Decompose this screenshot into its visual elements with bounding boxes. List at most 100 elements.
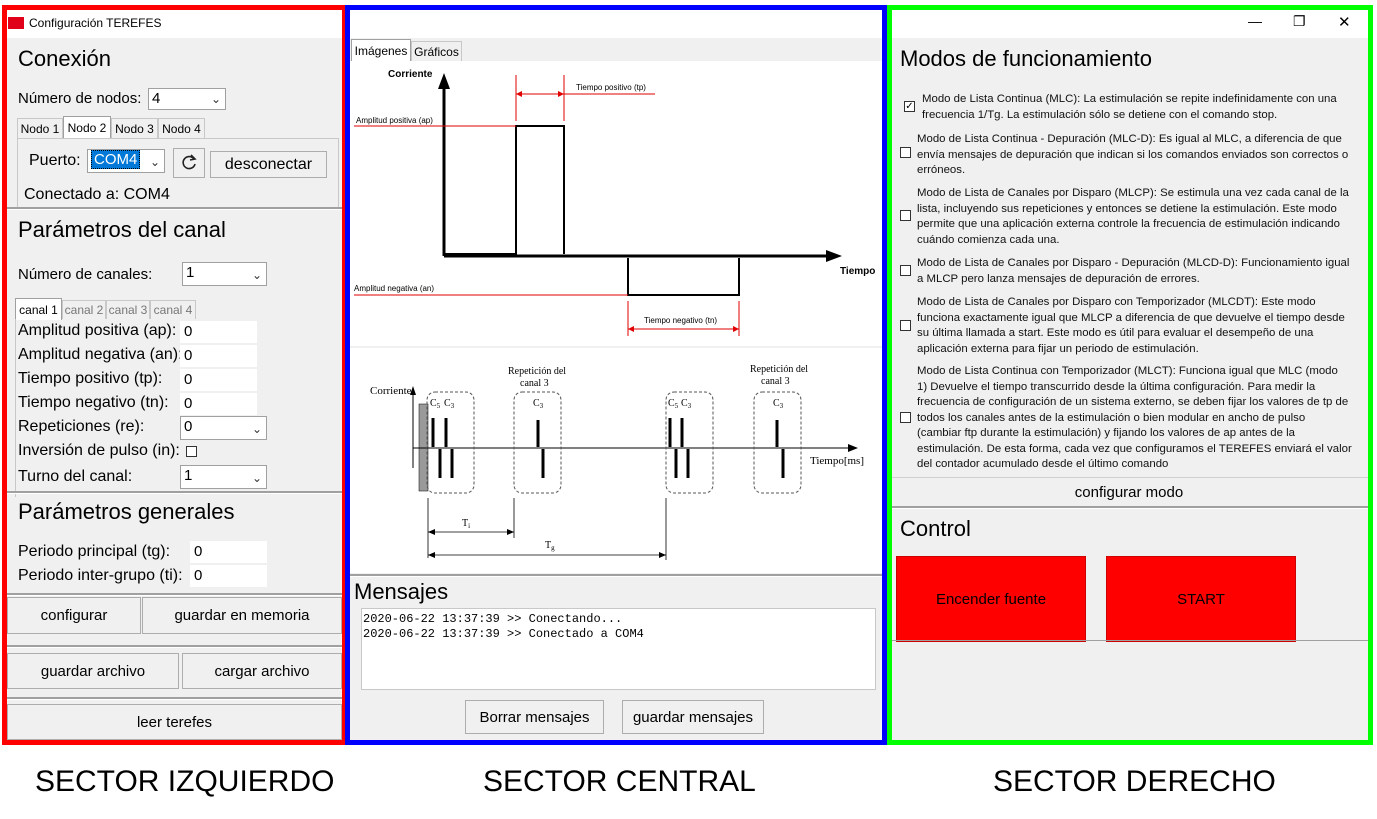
- reps-select[interactable]: 0 ⌄: [180, 416, 267, 440]
- mode-checkbox-mlct[interactable]: [900, 412, 911, 423]
- tab-label: Gráficos: [414, 44, 459, 59]
- turn-value: 1: [184, 467, 193, 484]
- sequence-diagram: Corriente Tiempo[ms] C5 C3 C3 C5 C3 C3 R…: [350, 348, 882, 573]
- ti-label: Periodo inter-grupo (ti):: [18, 567, 183, 584]
- disconnect-button[interactable]: desconectar: [210, 151, 327, 178]
- mode-checkbox-mlc[interactable]: ✓: [904, 101, 915, 112]
- title-bar: Configuración TEREFES: [5, 8, 344, 38]
- mode-line: su última llamada a start. Este modo es …: [917, 327, 1314, 339]
- mode-line: estimulación. De esta forma, cada vez qu…: [917, 442, 1352, 455]
- tab-graphs[interactable]: Gráficos: [411, 41, 462, 61]
- mode-line: Modo de Lista de Canales por Disparo - D…: [917, 257, 1350, 269]
- divider: [5, 491, 344, 494]
- mode-line: Modo de Lista de Canales por Disparo con…: [917, 296, 1316, 308]
- tab-channel-1[interactable]: canal 1: [15, 298, 62, 320]
- reps-label: Repeticiones (re):: [18, 418, 145, 435]
- mode-text-mlcdt: Modo de Lista de Canales por Disparo con…: [917, 295, 1345, 357]
- start-button[interactable]: START: [1106, 556, 1296, 642]
- tab-node-3[interactable]: Nodo 3: [111, 118, 158, 138]
- tab-channel-3[interactable]: canal 3: [106, 300, 150, 319]
- x-axis-label: Tiempo[ms]: [810, 455, 864, 467]
- channels-value: 1: [186, 264, 195, 281]
- inversion-label: Inversión de pulso (in):: [18, 442, 180, 459]
- tg-input[interactable]: 0: [190, 541, 267, 563]
- tab-node-4[interactable]: Nodo 4: [158, 118, 205, 138]
- save-messages-button[interactable]: guardar mensajes: [622, 700, 764, 734]
- restore-icon[interactable]: ❐: [1293, 13, 1306, 30]
- divider: [5, 207, 344, 210]
- tp-label: Tiempo positivo (tp): [576, 83, 646, 92]
- pos-time-input[interactable]: 0: [180, 369, 257, 391]
- chevron-down-icon: ⌄: [251, 422, 262, 436]
- tab-node-1[interactable]: Nodo 1: [17, 118, 63, 138]
- channels-label: Número de canales:: [18, 266, 153, 283]
- pos-amp-label: Amplitud positiva (ap):: [18, 322, 177, 339]
- tab-label: Nodo 4: [162, 121, 201, 136]
- clear-messages-button[interactable]: Borrar mensajes: [465, 700, 604, 734]
- tab-label: Imágenes: [354, 44, 408, 58]
- window-controls: — ❐ ✕: [890, 8, 1368, 38]
- divider: [5, 645, 344, 648]
- tab-label: Nodo 1: [20, 121, 60, 136]
- left-sector-caption: SECTOR IZQUIERDO: [35, 765, 335, 798]
- chevron-down-icon: ⌄: [149, 155, 160, 169]
- rep-label: canal 3: [520, 378, 549, 389]
- close-icon[interactable]: ✕: [1338, 13, 1351, 31]
- refresh-icon: [182, 154, 197, 170]
- connection-heading: Conexión: [18, 46, 111, 71]
- chevron-down-icon: ⌄: [251, 471, 262, 485]
- modes-heading: Modos de funcionamiento: [900, 46, 1152, 71]
- save-memory-button[interactable]: guardar en memoria: [142, 597, 342, 634]
- tab-node-2[interactable]: Nodo 2: [63, 116, 111, 139]
- an-label: Amplitud negativa (an): [354, 284, 434, 293]
- load-file-button[interactable]: cargar archivo: [182, 653, 342, 689]
- chevron-down-icon: ⌄: [210, 92, 221, 106]
- inversion-checkbox[interactable]: [186, 446, 197, 457]
- mode-checkbox-mlcdt[interactable]: [900, 320, 911, 331]
- chevron-down-icon: ⌄: [251, 268, 262, 282]
- read-button[interactable]: leer terefes: [7, 704, 342, 740]
- refresh-button[interactable]: [173, 148, 205, 178]
- mode-line: permite que una aplicación externa contr…: [917, 218, 1340, 230]
- log-line: 2020-06-22 13:37:39 >> Conectado a COM4: [363, 627, 644, 641]
- mode-line: frecuencia de configuración de un sistem…: [917, 396, 1349, 408]
- nodes-value: 4: [152, 90, 161, 107]
- tab-images[interactable]: Imágenes: [351, 39, 411, 62]
- general-heading: Parámetros generales: [18, 499, 235, 524]
- neg-amp-label: Amplitud negativa (an):: [18, 346, 183, 363]
- port-select[interactable]: COM4 ⌄: [87, 149, 165, 173]
- turn-select[interactable]: 1 ⌄: [180, 465, 267, 489]
- mode-checkbox-mlc-d[interactable]: [900, 147, 911, 158]
- neg-time-input[interactable]: 0: [180, 393, 257, 415]
- pos-amp-input[interactable]: 0: [180, 321, 257, 343]
- tab-label: canal 2: [64, 303, 104, 317]
- app-icon: [8, 17, 24, 29]
- mode-line: lista, incluyendo sus repeticiones y ent…: [917, 202, 1337, 215]
- nodes-label: Número de nodos:: [18, 90, 142, 107]
- center-top-strip: [348, 8, 884, 38]
- configure-mode-button[interactable]: configurar modo: [890, 477, 1368, 507]
- tab-label: canal 1: [19, 302, 58, 317]
- mode-line: Modo de Lista de Canales por Disparo (ML…: [917, 187, 1349, 199]
- neg-amp-input[interactable]: 0: [180, 345, 257, 367]
- nodes-select[interactable]: 4 ⌄: [148, 88, 226, 110]
- save-file-button[interactable]: guardar archivo: [7, 653, 179, 689]
- messages-log[interactable]: 2020-06-22 13:37:39 >> Conectando... 202…: [361, 608, 876, 690]
- ap-label: Amplitud positiva (ap): [356, 116, 433, 125]
- divider: [5, 593, 344, 596]
- mode-line: envía mensajes de depuración que indican…: [917, 148, 1349, 161]
- divider: [890, 506, 1368, 509]
- ti-input[interactable]: 0: [190, 565, 267, 587]
- tab-channel-2[interactable]: canal 2: [62, 300, 106, 319]
- mode-line: Modo de Lista Continua - Depuración (MLC…: [917, 133, 1342, 145]
- tab-channel-4[interactable]: canal 4: [150, 300, 196, 319]
- mode-checkbox-mlcp[interactable]: [900, 210, 911, 221]
- minimize-icon[interactable]: —: [1248, 13, 1262, 29]
- log-line: 2020-06-22 13:37:39 >> Conectando...: [363, 612, 623, 626]
- configure-button[interactable]: configurar: [7, 597, 141, 634]
- mode-checkbox-mlcd-d[interactable]: [900, 265, 911, 276]
- mode-line: a MLCP pero lanza mensajes de depuración…: [917, 272, 1200, 285]
- x-axis-label: Tiempo: [840, 266, 875, 277]
- power-button[interactable]: Encender fuente: [896, 556, 1086, 642]
- channels-select[interactable]: 1 ⌄: [182, 262, 267, 286]
